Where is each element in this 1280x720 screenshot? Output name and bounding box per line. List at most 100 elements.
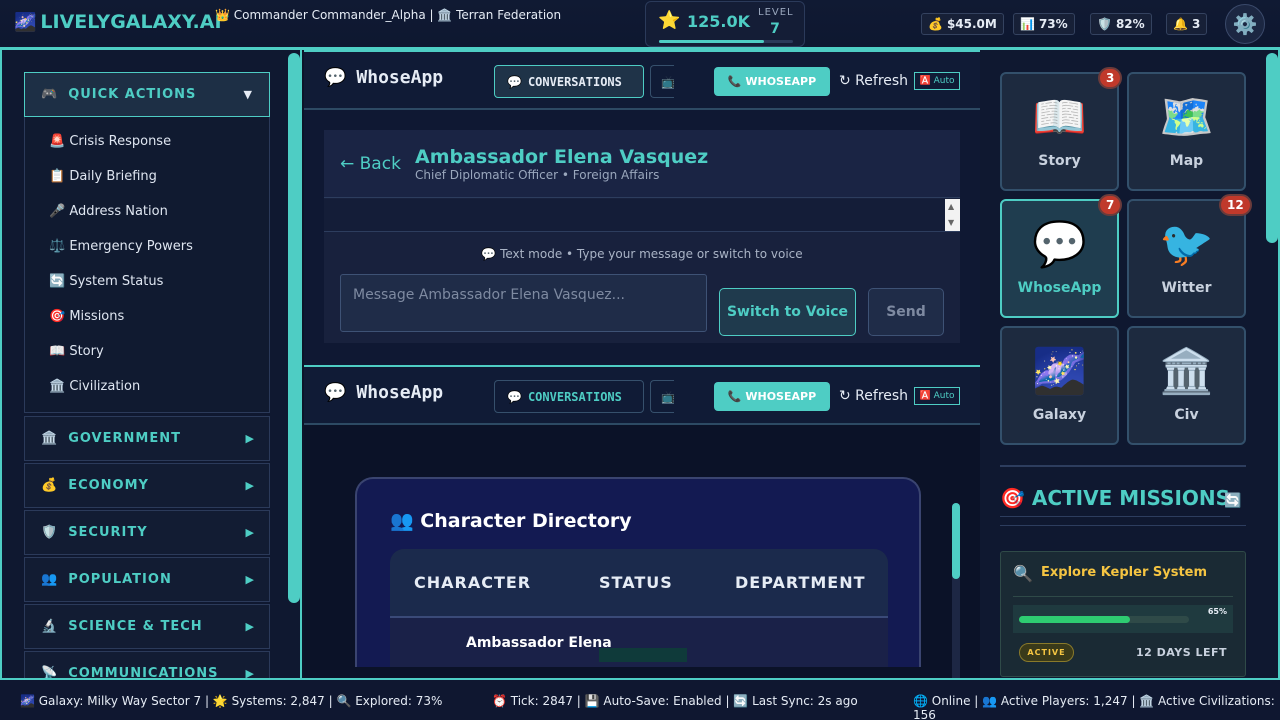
switch-to-voice-button[interactable]: Switch to Voice [719, 288, 856, 336]
footer-tick-info: ⏰ Tick: 2847 | 💾 Auto-Save: Enabled | 🔄 … [492, 694, 858, 708]
column-character[interactable]: CHARACTER [414, 573, 531, 592]
progress-fill [1019, 616, 1130, 623]
notifications-stat[interactable]: 🔔 3 [1166, 13, 1208, 35]
app-tile-story[interactable]: 📖 Story [1000, 72, 1119, 191]
app-tile-witter[interactable]: 🐦 Witter [1127, 199, 1246, 318]
table-header: CHARACTER STATUS DEPARTMENT [390, 549, 888, 618]
app-tile-map[interactable]: 🗺️ Map [1127, 72, 1246, 191]
category-communications[interactable]: 📡 COMMUNICATIONS ▶ [24, 651, 270, 680]
category-population[interactable]: 👥 POPULATION ▶ [24, 557, 270, 602]
auto-toggle[interactable]: 🅰️ Auto [914, 387, 960, 405]
tab-label: CONVERSATIONS [527, 389, 622, 404]
security-stat[interactable]: 🛡️ 82% [1090, 13, 1152, 35]
directory-title: 👥 Character Directory [390, 510, 632, 532]
app-logo[interactable]: 🌌 LIVELYGALAXY.AI [14, 11, 222, 33]
conversation-panel: ← Back Ambassador Elena Vasquez Chief Di… [324, 130, 960, 343]
back-button[interactable]: ← Back [340, 154, 401, 174]
logo-text: LIVELYGALAXY.AI [40, 11, 222, 33]
tab-conversations[interactable]: 💬 CONVERSATIONS [494, 65, 644, 98]
category-economy[interactable]: 💰 ECONOMY ▶ [24, 463, 270, 508]
pane-title: 💬 WhoseApp [324, 67, 443, 88]
mission-card[interactable]: 🔍 Explore Kepler System 65% ACTIVE 12 DA… [1000, 551, 1246, 677]
category-security[interactable]: 🛡️ SECURITY ▶ [24, 510, 270, 555]
column-status[interactable]: STATUS [599, 573, 673, 592]
days-left: 12 DAYS LEFT [1136, 646, 1227, 659]
bell-icon: 🔔 [1173, 17, 1188, 31]
speech-bubble-icon: 💬 [507, 389, 522, 404]
chevron-right-icon: ▶ [245, 573, 255, 586]
progress-track [1019, 616, 1189, 623]
quick-item-emergency-powers[interactable]: ⚖️ Emergency Powers [49, 239, 193, 254]
app-label: Civ [1174, 407, 1199, 423]
pane-title: 💬 WhoseApp [324, 382, 443, 403]
quick-item-system-status[interactable]: 🔄 System Status [49, 274, 163, 289]
tab-label: CONVERSATIONS [527, 74, 622, 89]
category-science-tech[interactable]: 🔬 SCIENCE & TECH ▶ [24, 604, 270, 649]
quick-actions-header[interactable]: 🎮 QUICK ACTIONS ▼ [24, 72, 270, 117]
approval-value: 73% [1038, 17, 1068, 31]
quick-item-address-nation[interactable]: 🎤 Address Nation [49, 204, 168, 219]
people-icon: 👥 [41, 572, 59, 587]
whoseapp-button[interactable]: 📞 WHOSEAPP [714, 67, 830, 96]
character-table: CHARACTER STATUS DEPARTMENT Ambassador E… [390, 549, 888, 667]
directory-content: 👥 Character Directory CHARACTER STATUS D… [304, 425, 980, 716]
scroll-down-icon[interactable]: ▼ [948, 218, 954, 227]
app-label: Map [1169, 153, 1204, 169]
column-department[interactable]: DEPARTMENT [735, 573, 866, 592]
tab-conversations[interactable]: 💬 CONVERSATIONS [494, 380, 644, 413]
chevron-right-icon: ▶ [245, 479, 255, 492]
approval-stat[interactable]: 📊 73% [1013, 13, 1075, 35]
level-value: 7 [770, 21, 780, 37]
chevron-right-icon: ▶ [245, 432, 255, 445]
settings-button[interactable]: ⚙️ [1225, 4, 1265, 44]
message-list: ▲ ▼ [324, 199, 960, 232]
pane-title-text: WhoseApp [356, 67, 444, 88]
footer-galaxy-info: 🌌 Galaxy: Milky Way Sector 7 | 🌟 Systems… [20, 694, 443, 708]
tab-channels[interactable]: 📺 [650, 380, 674, 413]
bird-icon: 🐦 [1159, 219, 1214, 270]
credits-value: $45.0M [946, 17, 997, 31]
tab-channels[interactable]: 📺 [650, 65, 674, 98]
quick-item-crisis-response[interactable]: 🚨 Crisis Response [49, 134, 171, 149]
sidebar-scrollbar[interactable] [288, 53, 300, 603]
refresh-button[interactable]: ↻ Refresh [839, 73, 908, 89]
scrollbar-thumb[interactable] [952, 503, 960, 579]
status-footer: 🌌 Galaxy: Milky Way Sector 7 | 🌟 Systems… [0, 678, 1280, 720]
quick-item-daily-briefing[interactable]: 📋 Daily Briefing [49, 169, 157, 184]
message-scrollbar[interactable]: ▲ ▼ [945, 199, 960, 231]
whoseapp-button[interactable]: 📞 WHOSEAPP [714, 382, 830, 411]
notifications-count: 3 [1191, 17, 1201, 31]
building-icon: 🏛️ [1159, 346, 1214, 397]
quick-item-civilization[interactable]: 🏛️ Civilization [49, 379, 140, 394]
app-tile-civ[interactable]: 🏛️ Civ [1127, 326, 1246, 445]
shield-icon: 🛡️ [41, 525, 59, 540]
send-button[interactable]: Send [868, 288, 944, 336]
sidebar: 🎮 QUICK ACTIONS ▼ 🚨 Crisis Response 📋 Da… [0, 50, 300, 680]
credits-stat[interactable]: 💰 $45.0M [921, 13, 1004, 35]
directory-pane-header: 💬 WhoseApp 💬 CONVERSATIONS 📺 📞 WHOSEAPP ↻ … [304, 365, 980, 425]
gamepad-icon: 🎮 [41, 87, 59, 102]
refresh-button[interactable]: ↻ Refresh [839, 388, 908, 404]
category-government[interactable]: 🏛️ GOVERNMENT ▶ [24, 416, 270, 461]
refresh-icon[interactable]: 🔄 [1224, 493, 1241, 509]
xp-value: 125.0K [687, 12, 751, 31]
app-tile-whoseapp[interactable]: 💬 WhoseApp [1000, 199, 1119, 318]
app-tile-galaxy[interactable]: 🌌 Galaxy [1000, 326, 1119, 445]
character-name-cell[interactable]: Ambassador Elena [466, 635, 612, 651]
character-directory-card: 👥 Character Directory CHARACTER STATUS D… [355, 477, 921, 667]
chat-pane: 💬 WhoseApp 💬 CONVERSATIONS 📺 📞 WHOSEAPP ↻ … [304, 50, 980, 365]
divider [1000, 465, 1246, 467]
microscope-icon: 🔬 [41, 619, 59, 634]
auto-toggle[interactable]: 🅰️ Auto [914, 72, 960, 90]
quick-item-missions[interactable]: 🎯 Missions [49, 309, 124, 324]
tv-icon: 📺 [661, 390, 674, 404]
message-input[interactable]: Message Ambassador Elena Vasquez... [340, 274, 707, 332]
quick-item-story[interactable]: 📖 Story [49, 344, 104, 359]
category-label: SECURITY [68, 525, 148, 540]
mission-name: Explore Kepler System [1041, 565, 1208, 580]
progress-percent: 65% [1207, 607, 1227, 616]
scroll-up-icon[interactable]: ▲ [948, 202, 954, 211]
galaxy-icon: 🌌 [14, 11, 37, 33]
tv-icon: 📺 [661, 75, 674, 89]
right-panel-scrollbar[interactable] [1266, 53, 1278, 243]
